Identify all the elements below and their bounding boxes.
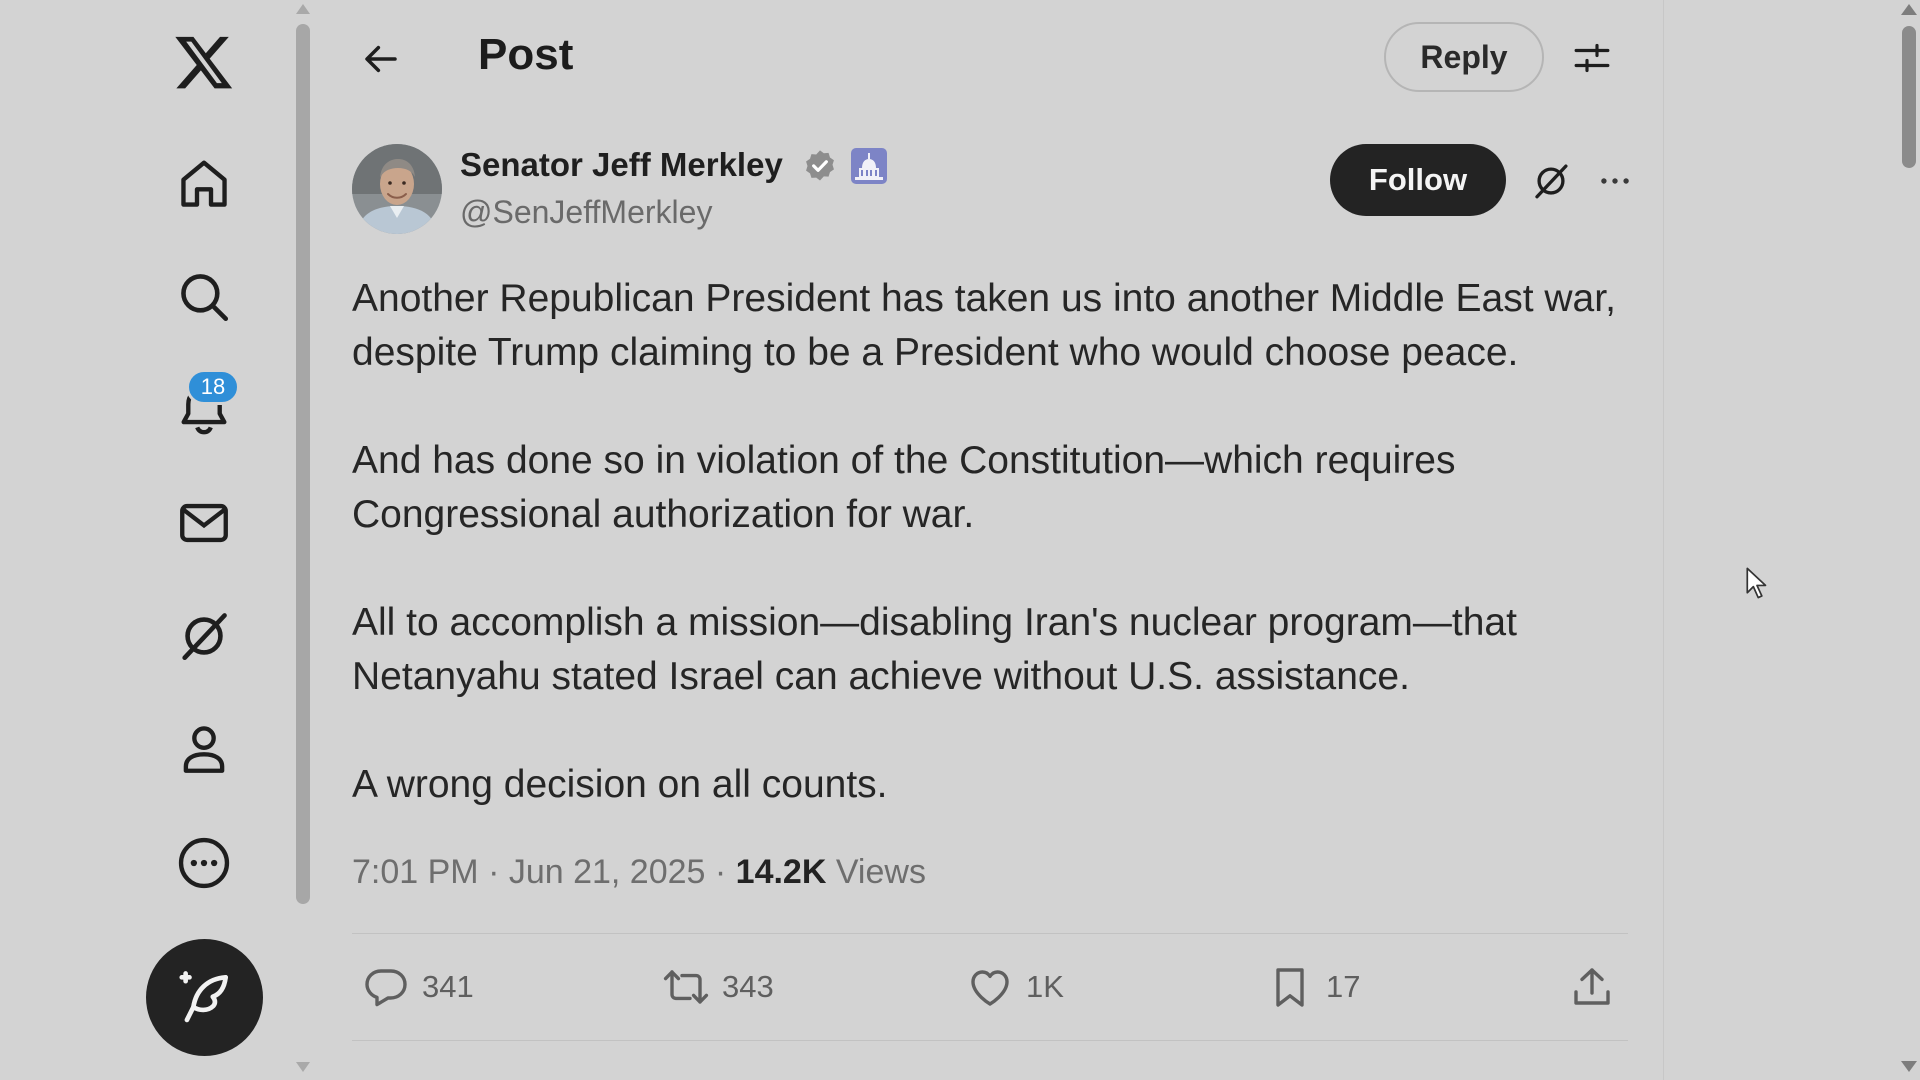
views-label: Views	[835, 853, 926, 891]
repost-count: 343	[722, 969, 774, 1004]
grok-icon	[1535, 164, 1568, 199]
verified-badge-icon	[806, 150, 834, 181]
repost-icon	[663, 970, 709, 1004]
scroll-down-arrow[interactable]	[1901, 1061, 1917, 1072]
nav-grok[interactable]	[164, 596, 244, 676]
scroll-down-arrow[interactable]	[296, 1062, 310, 1072]
nav-more[interactable]	[164, 823, 244, 903]
post-paragraph: Another Republican President has taken u…	[352, 277, 1616, 374]
more-circle-icon	[178, 837, 230, 889]
share-action[interactable]	[1568, 955, 1616, 1019]
reply-action[interactable]: 341	[362, 955, 474, 1019]
post-timestamp[interactable]: 7:01 PM · Jun 21, 2025 ·	[352, 853, 736, 891]
post-paragraph: A wrong decision on all counts.	[352, 763, 888, 806]
reply-count: 341	[422, 969, 474, 1004]
reply-settings-button[interactable]	[1562, 28, 1622, 88]
post-meta: 7:01 PM · Jun 21, 2025 · 14.2K Views	[352, 853, 926, 892]
grok-icon	[182, 613, 227, 661]
mouse-cursor-icon	[1746, 567, 1767, 599]
mail-icon	[180, 503, 228, 543]
like-count: 1K	[1026, 969, 1064, 1004]
person-icon	[183, 726, 225, 773]
share-icon	[1574, 968, 1610, 1005]
grok-explain-button[interactable]	[1522, 152, 1580, 210]
back-button[interactable]	[348, 26, 414, 92]
compose-post-button[interactable]	[146, 939, 263, 1056]
nav-profile[interactable]	[164, 709, 244, 789]
arrow-left-icon	[365, 45, 397, 73]
divider	[352, 933, 1628, 934]
post-paragraph: And has done so in violation of the Cons…	[352, 439, 1456, 536]
author-name[interactable]: Senator Jeff Merkley	[460, 146, 783, 184]
home-icon	[181, 160, 227, 207]
post-text: Another Republican President has taken u…	[352, 272, 1652, 812]
follow-button[interactable]: Follow	[1330, 144, 1506, 216]
x-logo-icon[interactable]	[164, 22, 244, 102]
like-action[interactable]: 1K	[966, 955, 1064, 1019]
sliders-icon	[1574, 43, 1610, 73]
heart-icon	[971, 970, 1009, 1006]
page-title: Post	[478, 30, 574, 79]
sidebar-scrollbar[interactable]	[294, 0, 312, 1080]
reply-button[interactable]: Reply	[1384, 22, 1544, 92]
views-count: 14.2K	[735, 853, 827, 891]
comment-icon	[365, 969, 407, 1007]
scroll-up-arrow[interactable]	[1901, 4, 1917, 15]
nav-messages[interactable]	[164, 483, 244, 563]
avatar[interactable]	[352, 144, 442, 234]
search-icon	[181, 274, 229, 322]
bookmark-icon	[1276, 968, 1304, 1007]
capitol-affiliation-icon[interactable]	[851, 148, 887, 184]
author-handle[interactable]: @SenJeffMerkley	[460, 194, 712, 231]
post-header: Post Reply	[316, 0, 1664, 120]
scroll-up-arrow[interactable]	[296, 4, 310, 14]
post-detail-column: Post Reply Senator Jeff Merkley @SenJeff…	[316, 0, 1664, 1080]
nav-home[interactable]	[164, 144, 244, 224]
repost-action[interactable]: 343	[662, 955, 774, 1019]
post-more-options-button[interactable]	[1586, 152, 1644, 210]
scrollbar-thumb[interactable]	[1902, 26, 1916, 168]
page-scrollbar[interactable]	[1898, 0, 1920, 1080]
post-paragraph: All to accomplish a mission—disabling Ir…	[352, 601, 1517, 698]
nav-explore[interactable]	[164, 257, 244, 337]
compose-feather-icon	[178, 970, 228, 1022]
divider	[352, 1040, 1628, 1041]
notification-count-badge: 18	[186, 369, 240, 405]
scrollbar-thumb[interactable]	[296, 24, 310, 904]
bookmark-action[interactable]: 17	[1266, 955, 1360, 1019]
ellipsis-icon	[1601, 178, 1629, 184]
bookmark-count: 17	[1326, 969, 1361, 1004]
left-navigation: 18	[0, 0, 295, 1080]
